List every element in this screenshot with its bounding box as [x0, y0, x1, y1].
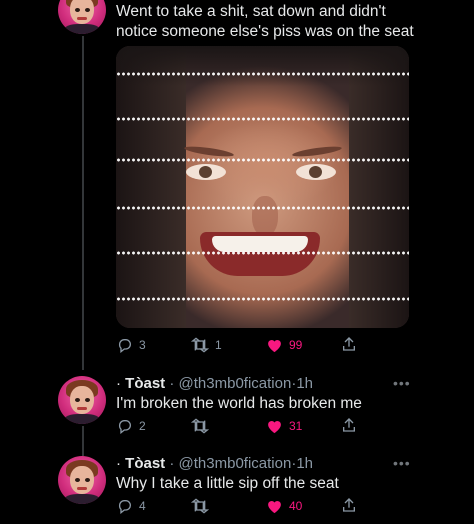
share-icon — [343, 337, 355, 351]
retweet-button[interactable] — [191, 418, 215, 434]
share-button[interactable] — [341, 417, 357, 433]
tweet-text-line-2: notice someone else's piss was on the se… — [116, 23, 414, 40]
display-name[interactable]: Tòast — [125, 455, 165, 472]
share-icon — [343, 498, 355, 512]
timestamp[interactable]: 1h — [296, 375, 313, 392]
share-button[interactable] — [341, 336, 357, 352]
reply-button[interactable]: 3 — [117, 337, 146, 353]
retweet-icon — [191, 418, 209, 434]
user-handle[interactable]: @th3mb0fication — [179, 455, 292, 472]
retweet-count: 1 — [215, 338, 222, 352]
lead-dot: · — [116, 375, 121, 392]
display-name[interactable]: Tòast — [125, 375, 165, 392]
reply-button[interactable]: 2 — [117, 418, 146, 434]
like-button[interactable]: 99 — [266, 337, 302, 353]
reply-count: 3 — [139, 338, 146, 352]
reply-count: 2 — [139, 419, 146, 433]
reply-icon — [118, 339, 131, 353]
tweet-image[interactable] — [116, 46, 409, 328]
avatar[interactable] — [58, 0, 106, 34]
like-count: 99 — [289, 338, 303, 352]
more-icon[interactable]: ••• — [393, 455, 411, 471]
like-count: 40 — [289, 499, 303, 513]
share-icon — [343, 418, 355, 432]
more-icon[interactable]: ••• — [393, 375, 411, 391]
tweet-text: I'm broken the world has broken me — [116, 395, 362, 412]
tweet-header: · Tòast · @th3mb0fication·1h — [116, 374, 313, 394]
thread-line — [82, 426, 84, 456]
separator-dot: · — [169, 375, 175, 392]
like-count: 31 — [289, 419, 303, 433]
tweet-text: Why I take a little sip off the seat — [116, 475, 339, 492]
reply-icon — [118, 420, 131, 434]
separator-dot: · — [169, 455, 175, 472]
like-button[interactable]: 40 — [266, 498, 302, 514]
tweet-text-line-1: Went to take a shit, sat down and didn't — [116, 3, 386, 20]
retweet-button[interactable]: 1 — [191, 337, 222, 353]
timestamp[interactable]: 1h — [296, 455, 313, 472]
heart-icon — [268, 340, 281, 353]
avatar[interactable] — [58, 456, 106, 504]
reply-count: 4 — [139, 499, 146, 513]
user-handle[interactable]: @th3mb0fication — [179, 375, 292, 392]
retweet-icon — [191, 498, 209, 514]
like-button[interactable]: 31 — [266, 418, 302, 434]
reply-button[interactable]: 4 — [117, 498, 146, 514]
tweet-header: · Tòast · @th3mb0fication·1h — [116, 454, 313, 474]
reply-icon — [118, 500, 131, 514]
heart-icon — [268, 501, 281, 514]
heart-icon — [268, 421, 281, 434]
retweet-button[interactable] — [191, 498, 215, 514]
thread-line — [82, 36, 84, 370]
share-button[interactable] — [341, 497, 357, 513]
retweet-icon — [191, 337, 209, 353]
avatar[interactable] — [58, 376, 106, 424]
lead-dot: · — [116, 455, 121, 472]
